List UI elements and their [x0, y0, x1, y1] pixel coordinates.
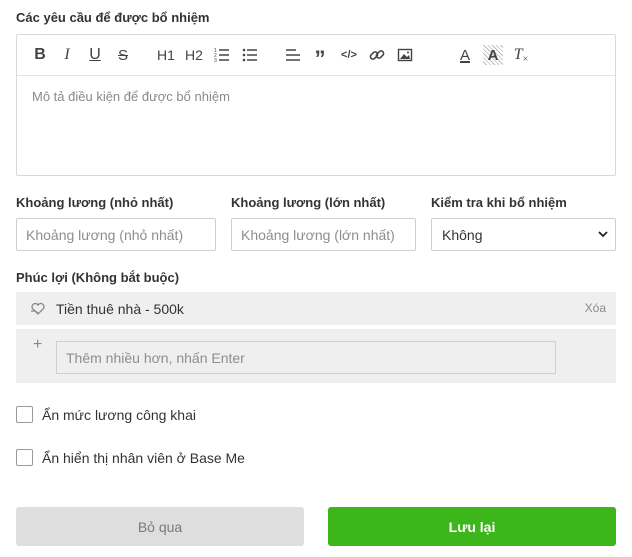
benefit-item-text: Tiền thuê nhà - 500k: [56, 300, 184, 317]
benefit-delete-link[interactable]: Xóa: [585, 301, 606, 315]
editor-toolbar: B I U S H1 H2 123 ” </> A A T ×: [17, 35, 615, 76]
skip-button[interactable]: Bỏ qua: [16, 507, 304, 546]
clear-format-glyph: T: [513, 46, 523, 63]
hide-employee-option[interactable]: Ẩn hiển thị nhân viên ở Base Me: [16, 449, 245, 466]
ordered-list-icon[interactable]: 123: [212, 45, 232, 65]
salary-max-input[interactable]: [231, 218, 416, 251]
editor-placeholder[interactable]: Mô tả điều kiện để được bổ nhiệm: [17, 76, 615, 117]
salary-max-label: Khoảng lương (lớn nhất): [231, 195, 386, 210]
heart-hand-icon: [30, 301, 46, 317]
quote-icon[interactable]: ”: [310, 45, 330, 71]
image-icon[interactable]: [395, 45, 415, 65]
align-icon[interactable]: [283, 45, 303, 65]
hide-salary-checkbox[interactable]: [16, 406, 33, 423]
strikethrough-icon[interactable]: S: [113, 45, 133, 65]
text-color-icon[interactable]: A: [455, 45, 475, 65]
highlight-icon[interactable]: A: [483, 45, 503, 65]
check-on-appoint-select[interactable]: Không: [431, 218, 616, 251]
requirements-editor[interactable]: B I U S H1 H2 123 ” </> A A T × Mô tả điề…: [16, 34, 616, 176]
benefit-item: Tiền thuê nhà - 500k Xóa: [16, 292, 616, 325]
svg-text:3: 3: [214, 58, 217, 63]
bullet-list-icon[interactable]: [240, 45, 260, 65]
requirements-label: Các yêu cầu để được bổ nhiệm: [16, 10, 210, 25]
salary-min-input[interactable]: [16, 218, 216, 251]
hide-salary-label: Ẩn mức lương công khai: [42, 406, 196, 423]
benefit-add-box: +: [16, 329, 616, 383]
hide-salary-option[interactable]: Ẩn mức lương công khai: [16, 406, 196, 423]
bold-icon[interactable]: B: [30, 45, 50, 65]
code-icon[interactable]: </>: [338, 45, 360, 65]
clear-x-mark: ×: [522, 53, 529, 65]
check-on-appoint-label: Kiểm tra khi bổ nhiệm: [431, 195, 567, 210]
clear-format-icon[interactable]: T ×: [511, 45, 531, 65]
check-on-appoint-value: Không: [442, 226, 483, 243]
heading-2-icon[interactable]: H2: [183, 45, 205, 65]
hide-employee-checkbox[interactable]: [16, 449, 33, 466]
link-icon[interactable]: [367, 45, 387, 65]
benefits-label: Phúc lợi (Không bắt buộc): [16, 270, 180, 285]
underline-icon[interactable]: U: [85, 45, 105, 65]
save-button[interactable]: Lưu lại: [328, 507, 616, 546]
heading-1-icon[interactable]: H1: [155, 45, 177, 65]
chevron-down-icon: [598, 231, 608, 238]
plus-icon[interactable]: +: [33, 336, 42, 354]
benefit-add-input[interactable]: [56, 341, 556, 374]
salary-min-label: Khoảng lương (nhỏ nhất): [16, 195, 174, 210]
italic-icon[interactable]: I: [57, 45, 77, 65]
hide-employee-label: Ẩn hiển thị nhân viên ở Base Me: [42, 449, 245, 466]
